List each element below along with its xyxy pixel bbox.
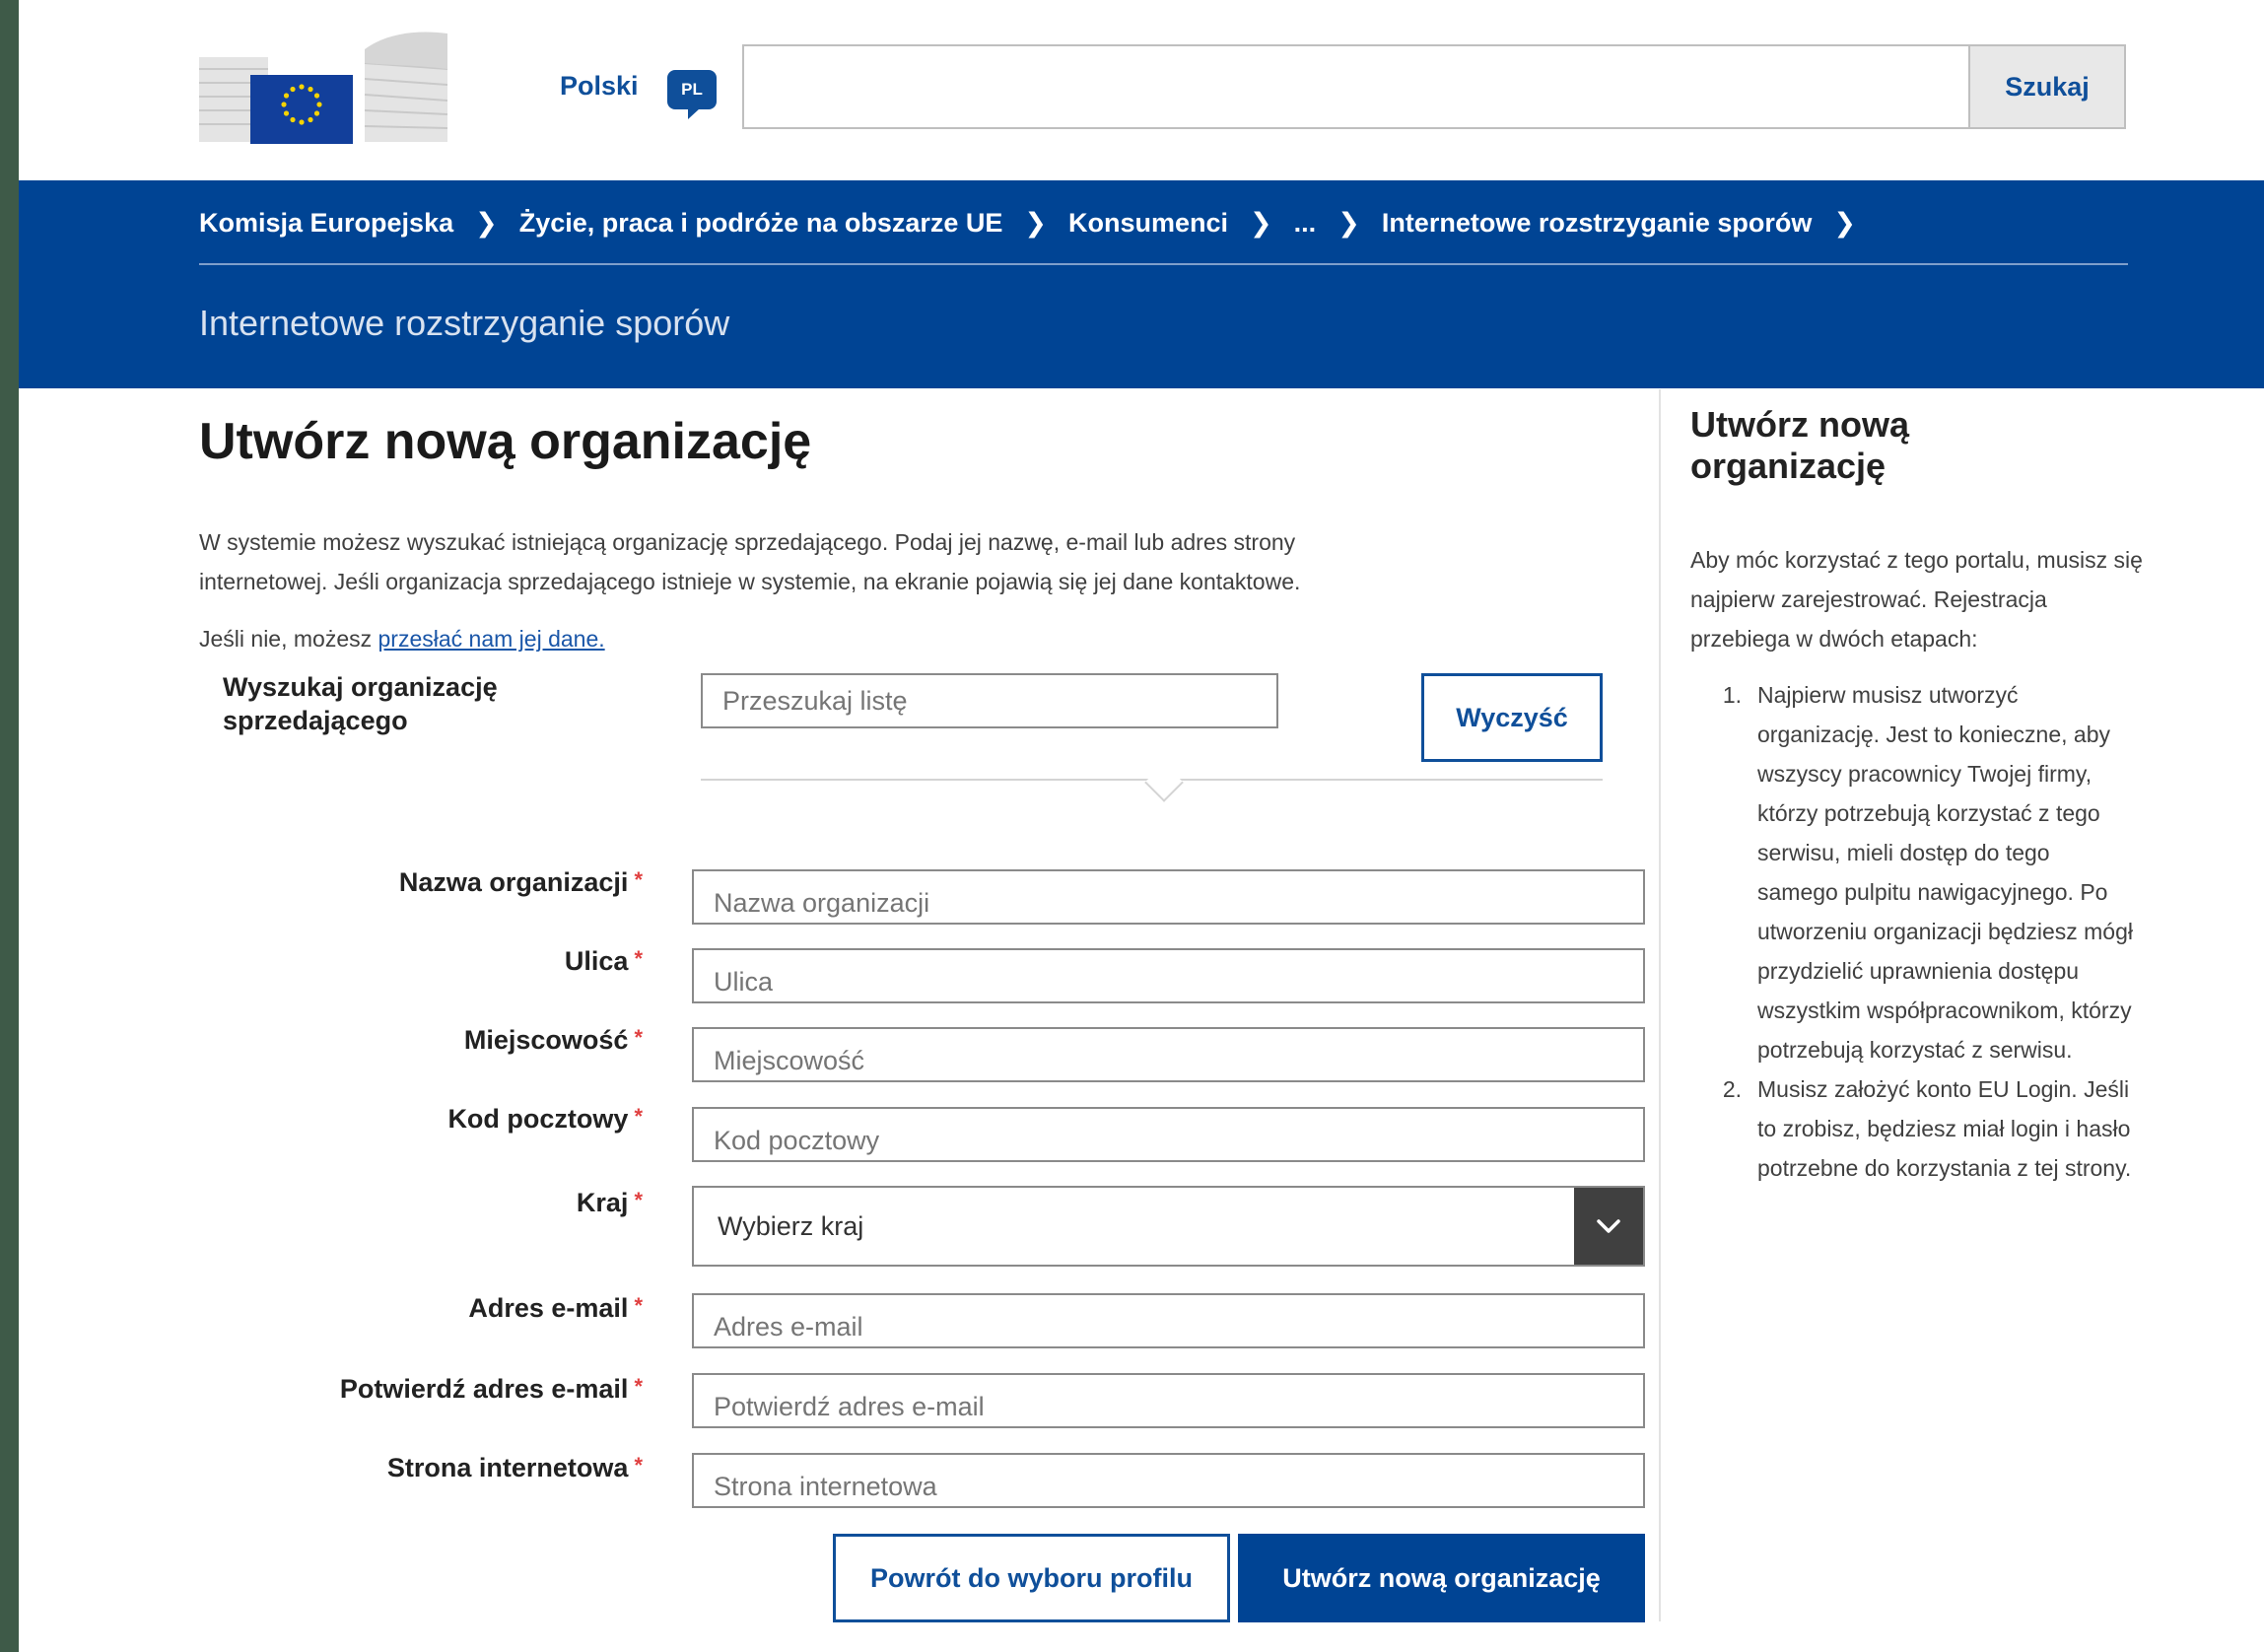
- sidebar-intro: Aby móc korzystać z tego portalu, musisz…: [1690, 547, 2143, 652]
- required-mark: *: [634, 1188, 643, 1212]
- required-mark: *: [634, 1104, 643, 1129]
- breadcrumb: Komisja Europejska ❯ Życie, praca i podr…: [199, 208, 1878, 239]
- breadcrumb-item-consumers[interactable]: Konsumenci: [1068, 208, 1228, 239]
- country-select-value: Wybierz kraj: [718, 1211, 864, 1241]
- search-org-label: Wyszukaj organizację sprzedającego: [223, 672, 498, 735]
- postcode-input[interactable]: [692, 1107, 1645, 1162]
- email-confirm-label-text: Potwierdź adres e-mail: [339, 1374, 629, 1404]
- chevron-down-icon[interactable]: [1574, 1188, 1643, 1265]
- chevron-right-icon: ❯: [1024, 208, 1048, 238]
- intro-send-data-prefix: Jeśli nie, możesz: [199, 626, 378, 652]
- page-title: Utwórz nową organizację: [199, 413, 812, 470]
- chevron-right-icon: ❯: [1833, 208, 1857, 238]
- postcode-label: Kod pocztowy *: [447, 1104, 643, 1135]
- city-input[interactable]: [692, 1027, 1645, 1082]
- breadcrumb-item-life-work-travel[interactable]: Życie, praca i podróże na obszarze UE: [519, 208, 1003, 239]
- required-mark: *: [634, 1374, 643, 1399]
- sidebar-steps-list: 1. Najpierw musisz utworzyć organizację.…: [1690, 675, 2134, 1188]
- street-label-text: Ulica: [564, 946, 629, 976]
- list-item: 2. Musisz założyć konto EU Login. Jeśli …: [1690, 1069, 2134, 1188]
- breadcrumb-item-odr[interactable]: Internetowe rozstrzyganie sporów: [1382, 208, 1813, 239]
- site-search-button[interactable]: Szukaj: [1968, 44, 2126, 129]
- page: Polski PL Szukaj Komisja Europejska ❯ Ży…: [19, 0, 2264, 1652]
- site-section-title: Internetowe rozstrzyganie sporów: [199, 303, 730, 343]
- email-confirm-input[interactable]: [692, 1373, 1645, 1428]
- clear-button[interactable]: Wyczyść: [1421, 673, 1603, 762]
- intro-send-data-text: Jeśli nie, możesz przesłać nam jej dane.: [199, 619, 605, 658]
- site-header-band: Komisja Europejska ❯ Życie, praca i podr…: [19, 180, 2264, 388]
- org-name-input[interactable]: [692, 869, 1645, 925]
- list-item: 1. Najpierw musisz utworzyć organizację.…: [1690, 675, 2134, 1069]
- language-selector-label[interactable]: Polski: [560, 71, 639, 102]
- divider-notch: [1144, 763, 1184, 802]
- email-label-text: Adres e-mail: [468, 1293, 629, 1323]
- chevron-right-icon: ❯: [475, 208, 498, 238]
- back-to-profile-button[interactable]: Powrót do wyboru profilu: [833, 1534, 1230, 1622]
- send-data-link[interactable]: przesłać nam jej dane.: [378, 626, 605, 652]
- website-label-text: Strona internetowa: [386, 1453, 629, 1482]
- street-input[interactable]: [692, 948, 1645, 1003]
- org-search-input[interactable]: [701, 673, 1278, 728]
- org-name-label: Nazwa organizacji *: [399, 867, 643, 898]
- website-input[interactable]: [692, 1453, 1645, 1508]
- breadcrumb-divider: [199, 263, 2128, 265]
- country-label: Kraj *: [577, 1188, 643, 1218]
- website-label: Strona internetowa *: [387, 1453, 643, 1483]
- step-number: 2.: [1722, 1076, 1742, 1102]
- chevron-right-icon: ❯: [1250, 208, 1272, 238]
- city-label-text: Miejscowość: [463, 1025, 629, 1055]
- country-select[interactable]: Wybierz kraj: [692, 1186, 1645, 1267]
- site-search-input[interactable]: [742, 44, 1986, 129]
- street-label: Ulica *: [565, 946, 643, 977]
- country-label-text: Kraj: [576, 1188, 629, 1217]
- org-name-label-text: Nazwa organizacji: [398, 867, 629, 897]
- required-mark: *: [634, 1025, 643, 1050]
- postcode-label-text: Kod pocztowy: [447, 1104, 629, 1134]
- email-input[interactable]: [692, 1293, 1645, 1348]
- required-mark: *: [634, 1293, 643, 1318]
- email-label: Adres e-mail *: [468, 1293, 643, 1324]
- email-confirm-label: Potwierdź adres e-mail *: [340, 1374, 643, 1405]
- required-mark: *: [634, 946, 643, 971]
- sidebar-divider: [1659, 389, 1661, 1621]
- step-text: Najpierw musisz utworzyć organizację. Je…: [1757, 682, 2133, 1063]
- step-text: Musisz założyć konto EU Login. Jeśli to …: [1757, 1076, 2132, 1181]
- required-mark: *: [634, 867, 643, 892]
- breadcrumb-item-commission[interactable]: Komisja Europejska: [199, 208, 453, 239]
- eu-commission-logo-icon[interactable]: [199, 30, 447, 144]
- create-organization-button[interactable]: Utwórz nową organizację: [1238, 1534, 1645, 1622]
- required-mark: *: [634, 1453, 643, 1478]
- city-label: Miejscowość *: [464, 1025, 643, 1056]
- step-number: 1.: [1722, 682, 1742, 708]
- breadcrumb-item-ellipsis[interactable]: ...: [1294, 208, 1317, 239]
- chevron-right-icon: ❯: [1338, 208, 1360, 238]
- intro-text: W systemie możesz wyszukać istniejącą or…: [199, 529, 1301, 594]
- sidebar-title: Utwórz nową organizację: [1690, 404, 1909, 486]
- speech-bubble-icon[interactable]: PL: [667, 70, 717, 119]
